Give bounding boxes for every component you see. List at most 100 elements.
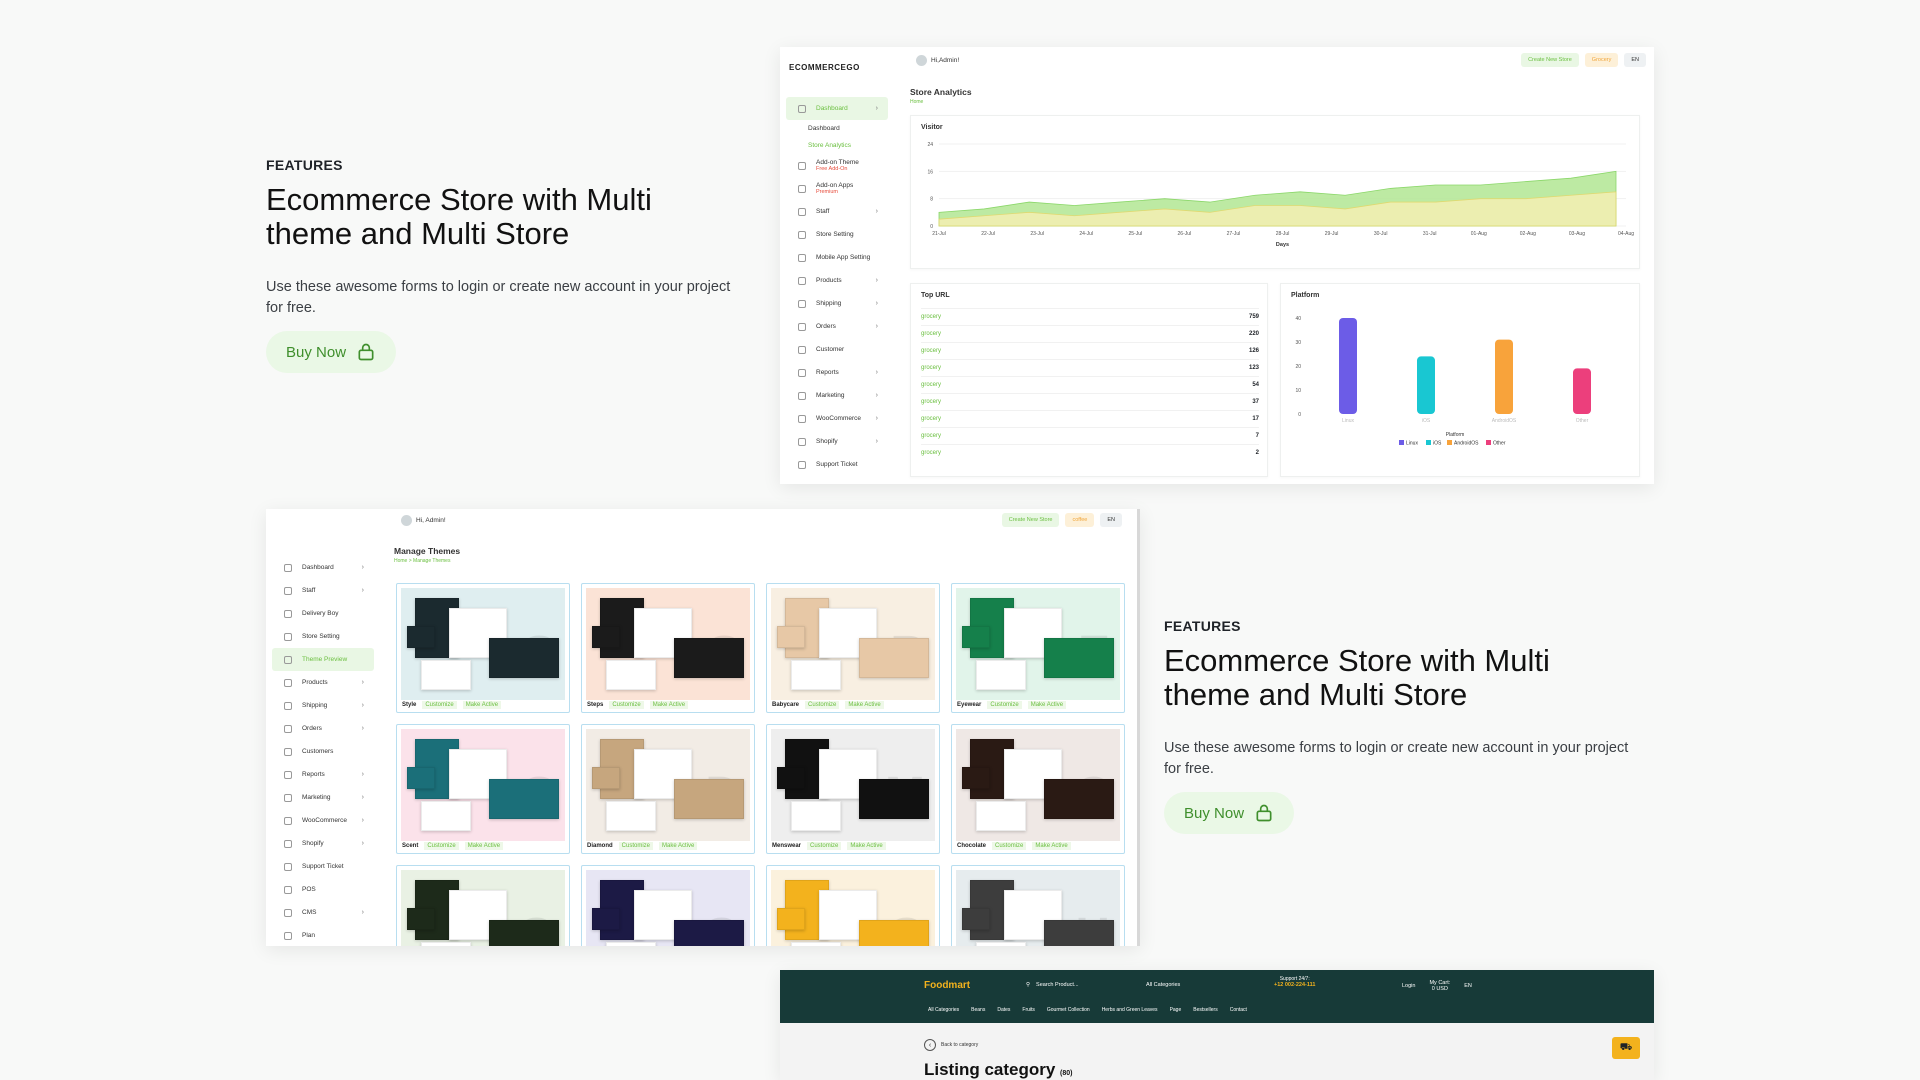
make-active-button[interactable]: Make Active bbox=[845, 701, 884, 709]
sidebar-item[interactable]: Support Ticket bbox=[272, 855, 374, 878]
nav-item[interactable]: Gourmet Collection bbox=[1047, 1007, 1090, 1013]
url-link[interactable]: grocery bbox=[921, 433, 941, 439]
theme-card[interactable]: G bbox=[581, 865, 755, 946]
sidebar-item[interactable]: Shipping › bbox=[786, 292, 888, 315]
buy-now-button[interactable]: Buy Now bbox=[1164, 792, 1295, 834]
make-active-button[interactable]: Make Active bbox=[847, 842, 886, 850]
nav-item[interactable]: Contact bbox=[1230, 1007, 1247, 1013]
store-select[interactable]: Grocery bbox=[1584, 53, 1619, 67]
url-link[interactable]: grocery bbox=[921, 416, 941, 422]
theme-card[interactable]: C Chocolate Customize Make Active bbox=[951, 724, 1125, 854]
scrollbar[interactable] bbox=[1137, 509, 1140, 946]
url-link[interactable]: grocery bbox=[921, 365, 941, 371]
sidebar-item[interactable]: Products › bbox=[786, 269, 888, 292]
sidebar-item[interactable]: Add-on Theme Free Add-On bbox=[786, 154, 888, 177]
url-link[interactable]: grocery bbox=[921, 348, 941, 354]
sidebar-item[interactable]: Products › bbox=[272, 671, 374, 694]
sidebar-item[interactable]: Staff › bbox=[272, 579, 374, 602]
create-store-button[interactable]: Create New Store bbox=[1001, 513, 1060, 527]
sidebar-item[interactable]: Reports › bbox=[272, 763, 374, 786]
url-link[interactable]: grocery bbox=[921, 314, 941, 320]
create-store-button[interactable]: Create New Store bbox=[1521, 53, 1579, 67]
customize-button[interactable]: Customize bbox=[609, 701, 644, 709]
sidebar-item[interactable]: Theme Preview bbox=[272, 648, 374, 671]
customize-button[interactable]: Customize bbox=[992, 842, 1027, 850]
make-active-button[interactable]: Make Active bbox=[1027, 701, 1067, 709]
sidebar-item[interactable]: Add-on Apps Premium bbox=[786, 177, 888, 200]
sidebar-item[interactable]: POS bbox=[272, 878, 374, 901]
theme-card[interactable]: B Babycare Customize Make Active bbox=[766, 583, 940, 713]
nav-item[interactable]: Bestsellers bbox=[1193, 1007, 1217, 1013]
sidebar-item[interactable]: Dashboard › bbox=[272, 556, 374, 579]
url-link[interactable]: grocery bbox=[921, 450, 941, 456]
sidebar-item[interactable]: Dashboard bbox=[786, 120, 888, 137]
make-active-button[interactable]: Make Active bbox=[1032, 842, 1071, 850]
theme-card[interactable]: S Style Customize Make Active bbox=[396, 583, 570, 713]
customize-button[interactable]: Customize bbox=[424, 842, 459, 850]
language-select[interactable]: EN bbox=[1624, 53, 1646, 67]
sidebar-item[interactable]: Marketing › bbox=[272, 786, 374, 809]
sidebar-item[interactable]: Customers bbox=[272, 740, 374, 763]
sidebar-item[interactable]: WooCommerce › bbox=[272, 809, 374, 832]
theme-card[interactable]: S Scent Customize Make Active bbox=[396, 724, 570, 854]
truck-icon[interactable]: ⛟ bbox=[1612, 1037, 1640, 1059]
theme-card[interactable]: G bbox=[766, 865, 940, 946]
url-link[interactable]: grocery bbox=[921, 331, 941, 337]
customize-button[interactable]: Customize bbox=[807, 842, 842, 850]
buy-now-button[interactable]: Buy Now bbox=[266, 331, 397, 373]
sidebar-item[interactable]: Customer bbox=[786, 338, 888, 361]
nav-item[interactable]: Dates bbox=[997, 1007, 1010, 1013]
theme-card[interactable]: E Eyewear Customize Make Active bbox=[951, 583, 1125, 713]
search-input[interactable]: Search Product... bbox=[1036, 982, 1140, 988]
category-select[interactable]: All Categories bbox=[1146, 982, 1180, 988]
sidebar-item[interactable]: Marketing › bbox=[786, 384, 888, 407]
sidebar-item[interactable]: Orders › bbox=[786, 315, 888, 338]
theme-card[interactable]: G bbox=[396, 865, 570, 946]
theme-card[interactable]: S Steps Customize Make Active bbox=[581, 583, 755, 713]
theme-card[interactable]: H bbox=[951, 865, 1125, 946]
login-link[interactable]: Login bbox=[1402, 983, 1415, 989]
sidebar-item[interactable]: Dashboard › bbox=[786, 97, 888, 120]
sidebar-item[interactable]: Store Analytics bbox=[786, 137, 888, 154]
nav-item[interactable]: All Categories bbox=[928, 1007, 959, 1013]
sidebar-item[interactable]: Shopify › bbox=[786, 430, 888, 453]
sidebar-item[interactable]: Orders › bbox=[272, 717, 374, 740]
make-active-button[interactable]: Make Active bbox=[659, 842, 698, 850]
search-bar[interactable]: ⚲ Search Product... All Categories bbox=[1026, 979, 1256, 991]
sidebar-item[interactable]: Mobile App Setting bbox=[786, 246, 888, 269]
sidebar-item[interactable]: Staff › bbox=[786, 200, 888, 223]
sidebar-item[interactable]: Store Setting bbox=[272, 625, 374, 648]
url-link[interactable]: grocery bbox=[921, 399, 941, 405]
make-active-button[interactable]: Make Active bbox=[464, 842, 504, 850]
language-select[interactable]: EN bbox=[1464, 983, 1472, 989]
customize-button[interactable]: Customize bbox=[987, 701, 1022, 709]
sidebar-item[interactable]: Shipping › bbox=[272, 694, 374, 717]
make-active-button[interactable]: Make Active bbox=[649, 701, 689, 709]
foodmart-logo[interactable]: Foodmart bbox=[924, 980, 970, 991]
cart-button[interactable]: My Cart: 0 USD bbox=[1429, 980, 1450, 992]
back-to-category[interactable]: ‹ Back to category bbox=[924, 1039, 978, 1051]
sidebar-item[interactable]: Support Ticket bbox=[786, 453, 888, 476]
nav-item[interactable]: Fruits bbox=[1022, 1007, 1035, 1013]
customize-button[interactable]: Customize bbox=[422, 701, 457, 709]
nav-item[interactable]: Beans bbox=[971, 1007, 985, 1013]
user-menu[interactable]: Hi,Admin! bbox=[916, 55, 959, 66]
theme-card[interactable]: D Diamond Customize Make Active bbox=[581, 724, 755, 854]
url-link[interactable]: grocery bbox=[921, 382, 941, 388]
make-active-button[interactable]: Make Active bbox=[462, 701, 502, 709]
sidebar-item[interactable]: Shopify › bbox=[272, 832, 374, 855]
user-menu[interactable]: Hi, Admin! bbox=[401, 515, 446, 526]
sidebar-item[interactable]: Plan bbox=[272, 924, 374, 946]
sidebar-item[interactable]: Delivery Boy bbox=[272, 602, 374, 625]
nav-item[interactable]: Herbs and Green Leaves bbox=[1102, 1007, 1158, 1013]
store-select[interactable]: coffee bbox=[1065, 513, 1095, 527]
theme-card[interactable]: M Menswear Customize Make Active bbox=[766, 724, 940, 854]
sidebar-item[interactable]: Reports › bbox=[786, 361, 888, 384]
customize-button[interactable]: Customize bbox=[805, 701, 840, 709]
sidebar-item[interactable]: WooCommerce › bbox=[786, 407, 888, 430]
nav-item[interactable]: Page bbox=[1170, 1007, 1182, 1013]
customize-button[interactable]: Customize bbox=[618, 842, 654, 850]
sidebar-item[interactable]: CMS › bbox=[272, 901, 374, 924]
language-select[interactable]: EN bbox=[1100, 513, 1122, 527]
sidebar-item[interactable]: Store Setting bbox=[786, 223, 888, 246]
